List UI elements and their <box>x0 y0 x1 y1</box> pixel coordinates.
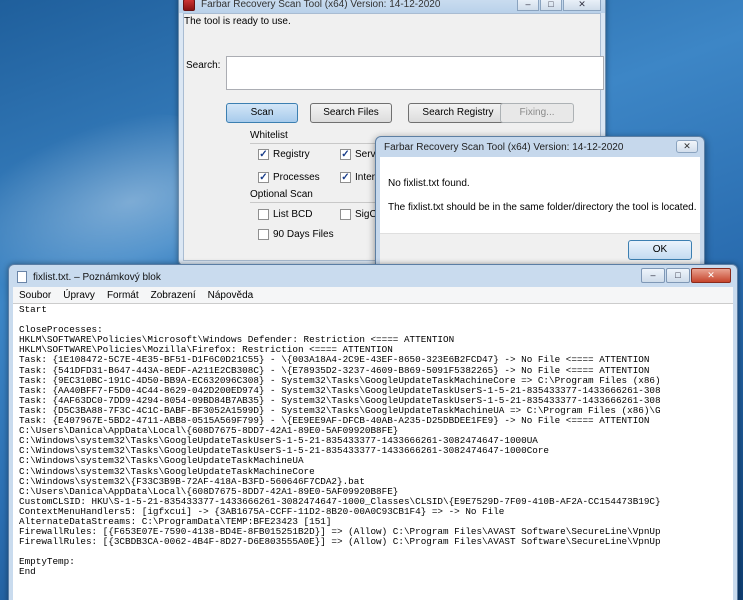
list-bcd-checkbox[interactable]: List BCD <box>258 209 312 220</box>
whitelist-label: Whitelist <box>250 130 288 141</box>
text-line: End <box>19 566 36 578</box>
maximize-icon[interactable]: □ <box>666 268 690 283</box>
notepad-icon <box>17 271 27 283</box>
text-line: EmptyTemp: <box>19 556 75 568</box>
scan-button[interactable]: Scan <box>226 103 298 123</box>
ok-button[interactable]: OK <box>628 240 692 260</box>
check-icon: ✓ <box>258 172 269 183</box>
search-files-button[interactable]: Search Files <box>310 103 392 123</box>
dialog-body: No fixlist.txt found. The fixlist.txt sh… <box>380 157 700 233</box>
text-line: FirewallRules: [{3CBDB3CA-0062-4B4F-8D27… <box>19 536 661 548</box>
text-line <box>19 547 661 557</box>
minimize-icon[interactable]: – <box>517 0 539 11</box>
dialog-titlebar[interactable]: Farbar Recovery Scan Tool (x64) Version:… <box>376 137 704 157</box>
menu-soubor[interactable]: Soubor <box>13 290 57 301</box>
check-icon: ✓ <box>340 149 351 160</box>
dialog-message-2: The fixlist.txt should be in the same fo… <box>388 202 697 213</box>
notepad-text-area[interactable]: Start CloseProcesses: HKLM\SOFTWARE\Polic… <box>13 303 733 600</box>
dialog-message-1: No fixlist.txt found. <box>388 178 470 189</box>
close-icon[interactable]: ✕ <box>563 0 601 11</box>
dialog-title: Farbar Recovery Scan Tool (x64) Version:… <box>384 142 624 153</box>
menu-napoveda[interactable]: Nápověda <box>202 290 260 301</box>
search-registry-button[interactable]: Search Registry <box>408 103 508 123</box>
text-line: C:\Windows\system32\Tasks\GoogleUpdateTa… <box>19 455 304 467</box>
processes-checkbox[interactable]: ✓ Processes <box>258 172 320 183</box>
notepad-titlebar[interactable]: fixlist.txt. – Poznámkový blok – □ ✕ <box>9 265 737 287</box>
notepad-window-title: fixlist.txt. – Poznámkový blok <box>33 272 161 283</box>
no-fixlist-dialog: Farbar Recovery Scan Tool (x64) Version:… <box>375 136 705 270</box>
minimize-icon[interactable]: – <box>641 268 665 283</box>
optional-scan-label: Optional Scan <box>250 189 313 200</box>
fixlist-content: Start CloseProcesses: HKLM\SOFTWARE\Polic… <box>19 304 661 578</box>
notepad-window: fixlist.txt. – Poznámkový blok – □ ✕ Sou… <box>8 264 738 600</box>
dialog-footer: OK <box>380 233 700 265</box>
text-line: Start <box>19 304 47 315</box>
close-icon[interactable]: ✕ <box>691 268 731 283</box>
fixing-button[interactable]: Fixing... <box>500 103 574 123</box>
menu-format[interactable]: Formát <box>101 290 145 301</box>
frst-app-icon <box>183 0 195 11</box>
text-line <box>19 315 661 325</box>
frst-status-text: The tool is ready to use. <box>184 16 291 27</box>
frst-window-title: Farbar Recovery Scan Tool (x64) Version:… <box>201 0 441 10</box>
check-icon: ✓ <box>340 172 351 183</box>
ninety-days-files-checkbox[interactable]: 90 Days Files <box>258 229 334 240</box>
search-label: Search: <box>186 60 221 71</box>
menu-zobrazeni[interactable]: Zobrazení <box>145 290 202 301</box>
frst-titlebar[interactable]: Farbar Recovery Scan Tool (x64) Version:… <box>179 0 605 13</box>
registry-checkbox[interactable]: ✓ Registry <box>258 149 310 160</box>
check-icon: ✓ <box>258 149 269 160</box>
maximize-icon[interactable]: □ <box>540 0 562 11</box>
search-input[interactable] <box>226 56 604 90</box>
notepad-menubar: Soubor Úpravy Formát Zobrazení Nápověda <box>13 287 733 303</box>
menu-upravy[interactable]: Úpravy <box>57 290 101 301</box>
close-icon[interactable]: ✕ <box>676 140 698 153</box>
